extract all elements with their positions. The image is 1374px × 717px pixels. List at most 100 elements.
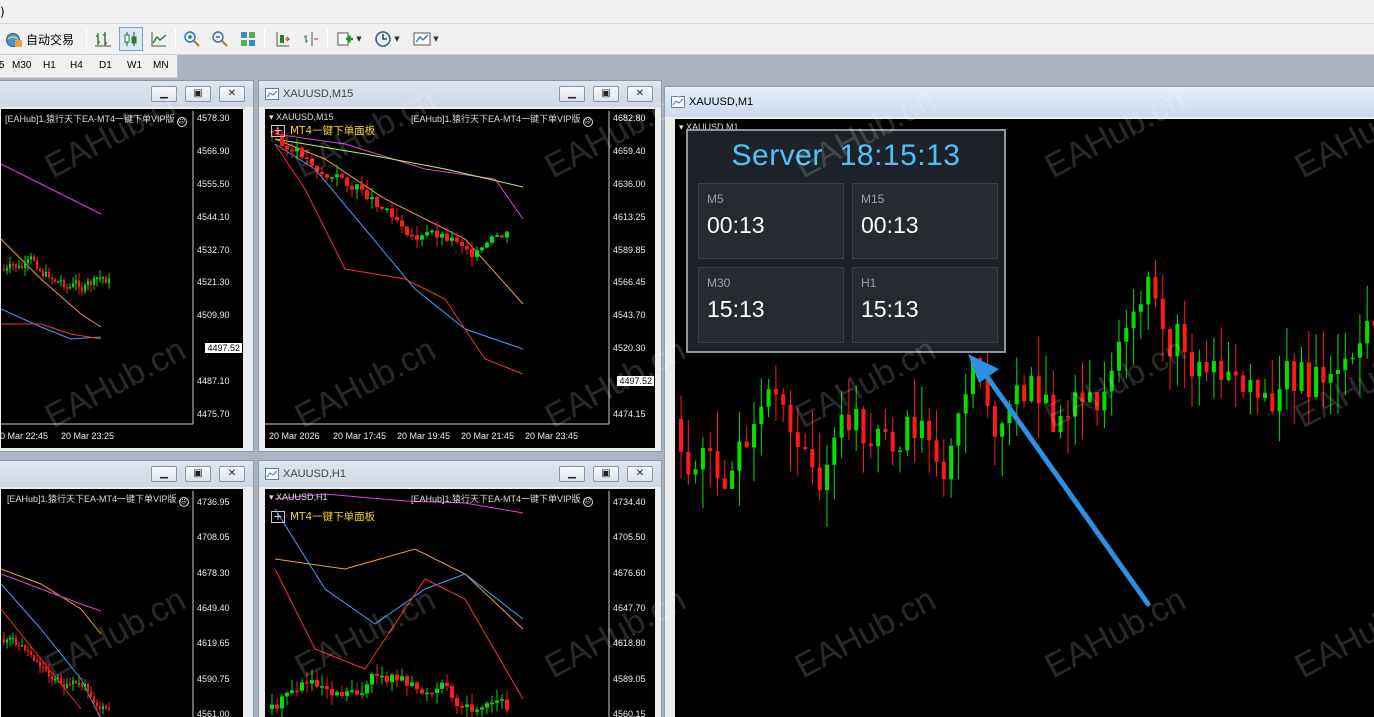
candle-body	[315, 165, 319, 172]
candle-body	[410, 234, 414, 237]
server-time-title: Server 18:15:13	[731, 139, 961, 172]
desktop: ) 自动交易 ▼ ▼ ▼ 5 M30 H1 H4 D1 W1 MN ▁ ▣ ✕ …	[0, 0, 1374, 717]
candle-body	[51, 277, 53, 280]
minimize-icon: ▁	[160, 88, 168, 99]
chart-window-icon	[265, 88, 279, 100]
maximize-button[interactable]: ▣	[185, 466, 211, 482]
maximize-button[interactable]: ▣	[593, 86, 619, 102]
candle-body	[425, 692, 429, 695]
window-title: XAUUSD,M1	[689, 96, 754, 108]
timeframe-m5-button[interactable]: 5	[0, 60, 5, 71]
candle-body	[985, 376, 990, 407]
price-tick-label: 4560.15	[613, 709, 646, 717]
candle-body	[360, 184, 364, 190]
timeframe-m30-button[interactable]: M30	[12, 60, 31, 71]
timeframe-h4-button[interactable]: H4	[70, 60, 83, 71]
timeframes-toolbar: 5 M30 H1 H4 D1 W1 MN	[0, 55, 178, 78]
chart-area[interactable]: [EAHub]1.猿行天下EA-MT4一键下单VIP版 ☹ 4736.95 4708…	[1, 489, 243, 717]
candle-body	[470, 704, 474, 712]
timeframe-d1-button[interactable]: D1	[99, 60, 112, 71]
minimize-button[interactable]: ▁	[151, 86, 177, 102]
window-title-bar[interactable]: XAUUSD,M15 ▁ ▣ ✕	[259, 81, 661, 107]
price-tick-label: 4578.30	[197, 113, 230, 123]
server-clock-panel: Server 18:15:13 M5 00:13 M15 00:13 M30 1…	[686, 129, 1006, 353]
candle-body	[102, 706, 104, 710]
bar-chart-button[interactable]	[91, 27, 115, 51]
chart-area[interactable]: [EAHub]1.猿行天下EA-MT4一键下单VIP版 ☹ 4578.30 4566…	[1, 109, 243, 448]
plus-icon: +	[271, 510, 285, 523]
candle-body	[39, 661, 41, 667]
indicators-dropdown[interactable]: ▼	[333, 27, 365, 51]
maximize-button[interactable]: ▣	[593, 466, 619, 482]
chart-area[interactable]: ▾ XAUUSD,H1 [EAHub]1.猿行天下EA-MT4一键下单VIP版 ☹…	[265, 489, 655, 717]
candle-body	[96, 702, 98, 707]
price-tick-label: 4659.40	[613, 145, 646, 156]
candle-body	[898, 450, 902, 452]
price-tick-label: 4589.05	[613, 673, 646, 684]
candle-body	[270, 704, 274, 709]
candle-body	[752, 424, 756, 448]
smiley-icon: ☹	[176, 117, 187, 127]
zoom-out-button[interactable]	[208, 27, 232, 51]
candle-body	[66, 287, 68, 289]
candle-body	[420, 689, 424, 694]
candle-body	[1241, 375, 1246, 392]
auto-scroll-button[interactable]	[270, 27, 294, 51]
moving-average-line	[274, 508, 524, 625]
close-button[interactable]: ✕	[219, 466, 245, 482]
candle-body	[1263, 392, 1267, 398]
chart-window-bottom-left[interactable]: ▁ ▣ ✕ [EAHub]1.猿行天下EA-MT4一键下单VIP版 ☹ 4736.…	[0, 460, 254, 717]
ea-label-text: [EAHub]1.猿行天下EA-MT4一键下单VIP版	[411, 494, 581, 504]
candle-body	[1175, 323, 1180, 357]
candle-body	[75, 280, 77, 284]
price-tick-label: 4487.10	[197, 376, 230, 387]
chart-shift-button[interactable]	[298, 27, 322, 51]
tile-windows-button[interactable]	[236, 27, 260, 51]
timeframe-mn-button[interactable]: MN	[153, 60, 169, 71]
one-click-panel-toggle[interactable]: + MT4一键下单面板	[271, 123, 375, 138]
maximize-button[interactable]: ▣	[185, 86, 211, 102]
candle-body	[440, 233, 444, 238]
candle-body	[96, 277, 98, 280]
minimize-button[interactable]: ▁	[559, 86, 585, 102]
chart-window-xauusd-m15[interactable]: XAUUSD,M15 ▁ ▣ ✕ ▾ XAUUSD,M15 [EAHub]1.猿…	[258, 80, 662, 452]
window-title-bar[interactable]: ▁ ▣ ✕	[0, 461, 253, 487]
indicators-icon	[337, 32, 354, 46]
candle-body	[350, 690, 354, 692]
candle-body	[300, 147, 304, 158]
timeframe-h1-button[interactable]: H1	[43, 60, 56, 71]
candlestick-chart-button[interactable]	[119, 27, 143, 51]
auto-trading-button[interactable]: 自动交易	[2, 27, 78, 51]
periods-dropdown[interactable]: ▼	[371, 27, 403, 51]
window-title-bar[interactable]: XAUUSD,H1 ▁ ▣ ✕	[259, 461, 661, 487]
window-title-bar[interactable]: ▁ ▣ ✕	[0, 81, 253, 107]
candle-body	[3, 639, 5, 643]
timeframe-w1-button[interactable]: W1	[127, 60, 142, 71]
one-click-panel-toggle[interactable]: + MT4一键下单面板	[271, 509, 375, 524]
minimize-button[interactable]: ▁	[559, 466, 585, 482]
chart-area[interactable]: ▾ XAUUSD,M15 [EAHub]1.猿行天下EA-MT4一键下单VIP版…	[265, 109, 655, 448]
close-button[interactable]: ✕	[219, 86, 245, 102]
close-button[interactable]: ✕	[627, 86, 653, 102]
line-chart-button[interactable]	[147, 27, 171, 51]
price-tick-label: 4636.00	[613, 178, 646, 189]
periods-icon	[375, 31, 392, 47]
candle-body	[102, 277, 104, 279]
candle-body	[99, 277, 101, 279]
candle-body	[430, 230, 434, 233]
toolbar-separator	[86, 28, 87, 50]
chart-window-xauusd-h1[interactable]: XAUUSD,H1 ▁ ▣ ✕ ▾ XAUUSD,H1 [EAHub]1.猿行天…	[258, 460, 662, 717]
candle-body	[730, 470, 735, 489]
candle-body	[6, 268, 8, 271]
close-button[interactable]: ✕	[627, 466, 653, 482]
candle-body	[410, 682, 414, 686]
chart-window-top-left[interactable]: ▁ ▣ ✕ [EAHub]1.猿行天下EA-MT4一键下单VIP版 ☹ 4578.…	[0, 80, 254, 452]
zoom-in-button[interactable]	[180, 27, 204, 51]
price-tick-label: 4649.40	[197, 603, 230, 613]
candle-body	[9, 263, 11, 269]
candle-body	[1211, 360, 1216, 373]
candle-body	[1343, 358, 1348, 371]
window-title-bar[interactable]: XAUUSD,M1	[665, 87, 1374, 117]
minimize-button[interactable]: ▁	[151, 466, 177, 482]
templates-dropdown[interactable]: ▼	[410, 27, 442, 51]
